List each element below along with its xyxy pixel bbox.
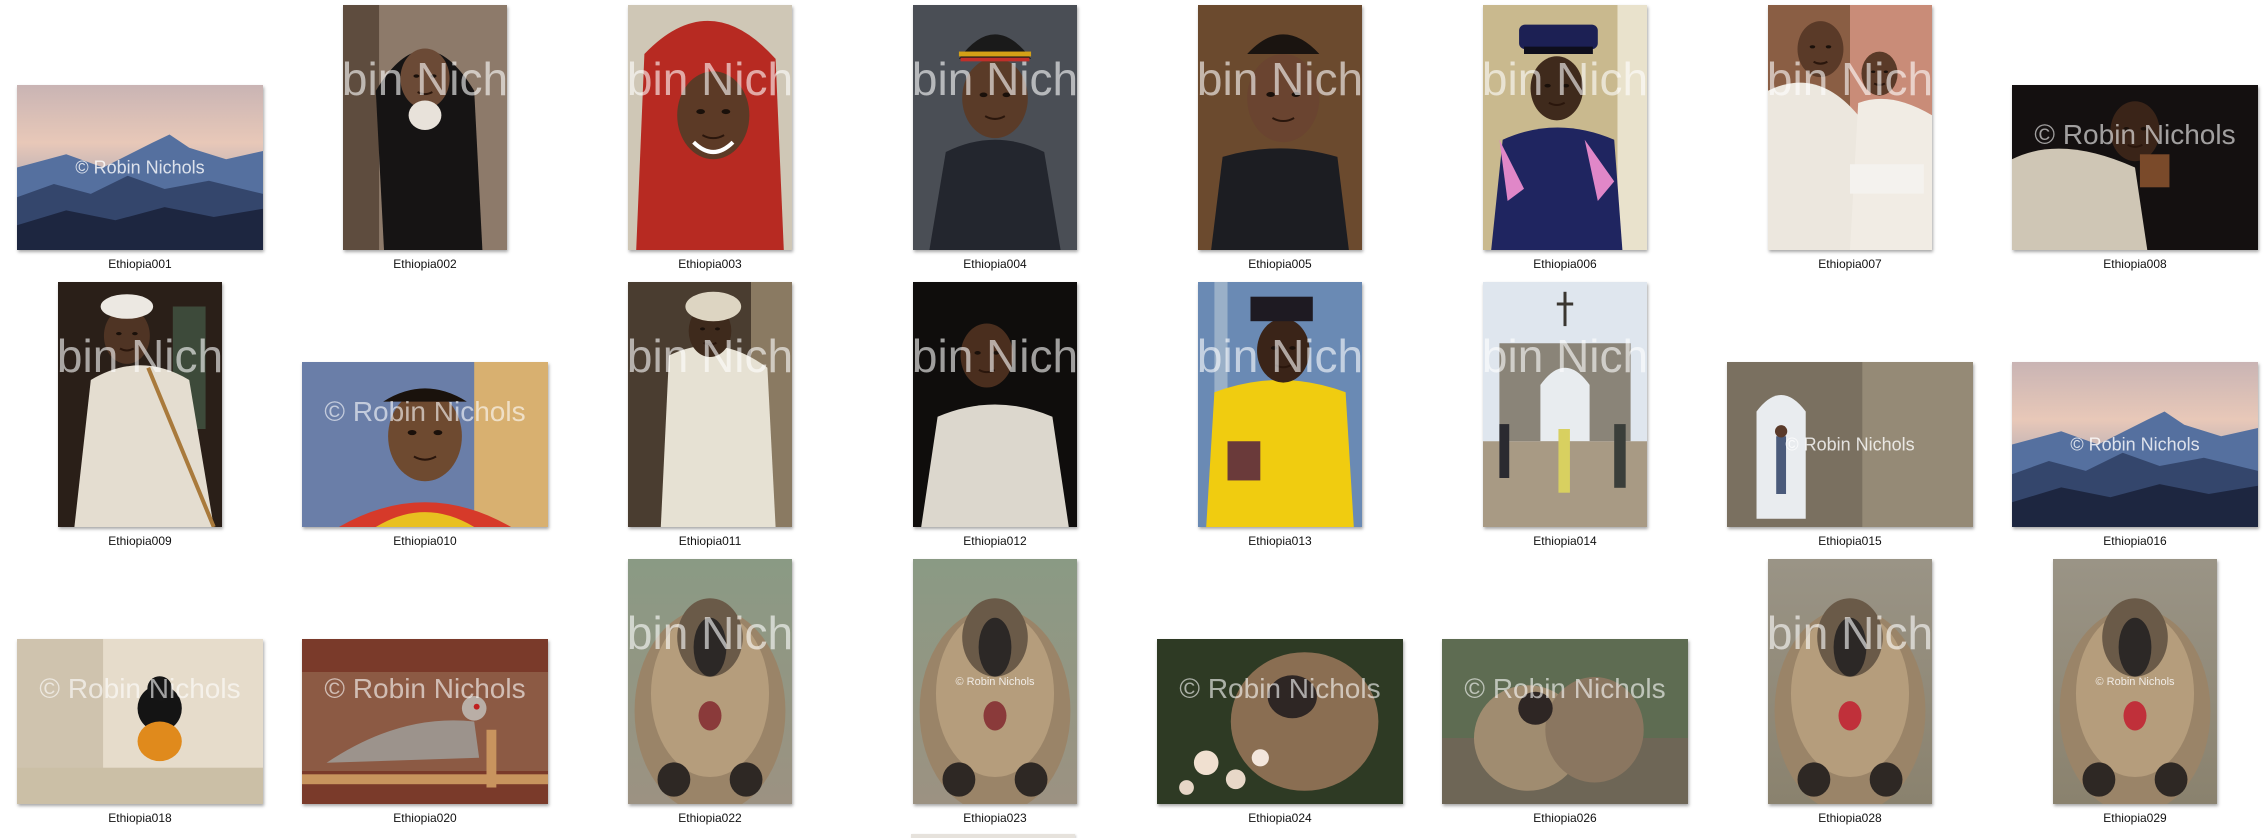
thumbnail-image[interactable]: © Robin Nichols [302, 362, 548, 527]
thumbnail-tile[interactable]: Robin Nichols Ethiopia004 [855, 0, 1135, 277]
thumbnail-image[interactable]: Robin Nichols [628, 5, 792, 250]
thumbnail-caption[interactable]: Ethiopia014 [1425, 534, 1705, 548]
thumbnail-image[interactable]: © Robin Nichols [1157, 639, 1403, 804]
thumbnail-frame: © Robin Nichols [1140, 554, 1420, 804]
thumbnail-tile[interactable]: © Robin Nichols Ethiopia026 [1425, 554, 1705, 831]
thumbnail-frame: Robin Nichols [1425, 0, 1705, 250]
thumbnail-caption[interactable]: Ethiopia029 [1995, 811, 2268, 825]
thumbnail-frame: Robin Nichols [1425, 277, 1705, 527]
thumbnail-image[interactable]: © Robin Nichols [2012, 362, 2258, 527]
thumbnail-tile[interactable]: Robin Nichols Ethiopia014 [1425, 277, 1705, 554]
thumbnail-tile[interactable]: Robin Nichols Ethiopia003 [570, 0, 850, 277]
thumbnail-caption[interactable]: Ethiopia004 [855, 257, 1135, 271]
partial-thumbnail-row-4 [911, 834, 1075, 838]
thumbnail-caption[interactable]: Ethiopia020 [285, 811, 565, 825]
thumbnail-frame: © Robin Nichols [0, 0, 280, 250]
thumbnail-frame: Robin Nichols [1710, 0, 1990, 250]
thumbnail-frame: © Robin Nichols [1425, 554, 1705, 804]
thumbnail-caption[interactable]: Ethiopia023 [855, 811, 1135, 825]
thumbnail-tile[interactable]: Robin Nichols Ethiopia011 [570, 277, 850, 554]
thumbnail-image[interactable]: Robin Nichols [343, 5, 507, 250]
thumbnail-frame: Robin Nichols [1140, 277, 1420, 527]
thumbnail-caption[interactable]: Ethiopia001 [0, 257, 280, 271]
thumbnail-frame: © Robin Nichols [1710, 277, 1990, 527]
thumbnail-caption[interactable]: Ethiopia012 [855, 534, 1135, 548]
thumbnail-tile[interactable]: © Robin Nichols Ethiopia010 [285, 277, 565, 554]
thumbnail-frame: © Robin Nichols [1995, 554, 2268, 804]
thumbnail-frame: © Robin Nichols [1995, 0, 2268, 250]
thumbnail-caption[interactable]: Ethiopia010 [285, 534, 565, 548]
thumbnail-image[interactable]: Robin Nichols [1768, 5, 1932, 250]
thumbnail-tile[interactable]: Robin Nichols Ethiopia002 [285, 0, 565, 277]
thumbnail-tile[interactable]: Robin Nichols Ethiopia022 [570, 554, 850, 831]
thumbnail-frame: Robin Nichols [570, 277, 850, 527]
thumbnail-frame: Robin Nichols [570, 554, 850, 804]
thumbnail-caption[interactable]: Ethiopia008 [1995, 257, 2268, 271]
thumbnail-tile[interactable]: © Robin Nichols Ethiopia029 [1995, 554, 2268, 831]
thumbnail-image[interactable]: © Robin Nichols [302, 639, 548, 804]
thumbnail-caption[interactable]: Ethiopia022 [570, 811, 850, 825]
thumbnail-caption[interactable]: Ethiopia002 [285, 257, 565, 271]
thumbnail-tile[interactable]: Robin Nichols Ethiopia013 [1140, 277, 1420, 554]
thumbnail-caption[interactable]: Ethiopia024 [1140, 811, 1420, 825]
thumbnail-image[interactable]: © Robin Nichols [2012, 85, 2258, 250]
thumbnail-tile[interactable]: Robin Nichols Ethiopia009 [0, 277, 280, 554]
thumbnail-tile[interactable]: Robin Nichols Ethiopia005 [1140, 0, 1420, 277]
thumbnail-tile[interactable]: Robin Nichols Ethiopia006 [1425, 0, 1705, 277]
thumbnail-tile[interactable]: © Robin Nichols Ethiopia001 [0, 0, 280, 277]
thumbnail-caption[interactable]: Ethiopia006 [1425, 257, 1705, 271]
thumbnail-tile[interactable]: © Robin Nichols Ethiopia020 [285, 554, 565, 831]
thumbnail-image[interactable]: Robin Nichols [58, 282, 222, 527]
thumbnail-caption[interactable]: Ethiopia007 [1710, 257, 1990, 271]
thumbnail-frame: © Robin Nichols [285, 554, 565, 804]
thumbnail-caption[interactable]: Ethiopia005 [1140, 257, 1420, 271]
thumbnail-caption[interactable]: Ethiopia011 [570, 534, 850, 548]
thumbnail-frame: © Robin Nichols [285, 277, 565, 527]
thumbnail-image[interactable]: © Robin Nichols [913, 559, 1077, 804]
thumbnail-grid: © Robin Nichols Ethiopia001 Robin Nichols… [0, 0, 2268, 838]
thumbnail-frame: Robin Nichols [855, 277, 1135, 527]
thumbnail-caption[interactable]: Ethiopia009 [0, 534, 280, 548]
thumbnail-tile[interactable]: © Robin Nichols Ethiopia015 [1710, 277, 1990, 554]
thumbnail-tile[interactable]: Robin Nichols Ethiopia012 [855, 277, 1135, 554]
thumbnail-tile[interactable]: Robin Nichols Ethiopia007 [1710, 0, 1990, 277]
thumbnail-image[interactable]: © Robin Nichols [17, 85, 263, 250]
thumbnail-image[interactable]: © Robin Nichols [1727, 362, 1973, 527]
thumbnail-tile[interactable]: © Robin Nichols Ethiopia016 [1995, 277, 2268, 554]
thumbnail-image[interactable]: Robin Nichols [1198, 282, 1362, 527]
thumbnail-tile[interactable]: Robin Nichols Ethiopia028 [1710, 554, 1990, 831]
thumbnail-frame: Robin Nichols [570, 0, 850, 250]
thumbnail-image[interactable]: Robin Nichols [1483, 282, 1647, 527]
thumbnail-image[interactable]: Robin Nichols [913, 282, 1077, 527]
thumbnail-image[interactable]: © Robin Nichols [1442, 639, 1688, 804]
thumbnail-frame: Robin Nichols [855, 0, 1135, 250]
thumbnail-image[interactable]: Robin Nichols [1483, 5, 1647, 250]
thumbnail-caption[interactable]: Ethiopia016 [1995, 534, 2268, 548]
thumbnail-frame: © Robin Nichols [0, 554, 280, 804]
thumbnail-frame: Robin Nichols [285, 0, 565, 250]
thumbnail-caption[interactable]: Ethiopia026 [1425, 811, 1705, 825]
thumbnail-caption[interactable]: Ethiopia028 [1710, 811, 1990, 825]
thumbnail-image[interactable]: © Robin Nichols [17, 639, 263, 804]
thumbnail-image[interactable]: Robin Nichols [1768, 559, 1932, 804]
thumbnail-tile[interactable]: © Robin Nichols Ethiopia024 [1140, 554, 1420, 831]
thumbnail-tile[interactable]: © Robin Nichols Ethiopia018 [0, 554, 280, 831]
thumbnail-image[interactable]: © Robin Nichols [2053, 559, 2217, 804]
thumbnail-image[interactable]: Robin Nichols [913, 5, 1077, 250]
thumbnail-caption[interactable]: Ethiopia013 [1140, 534, 1420, 548]
thumbnail-frame: Robin Nichols [1140, 0, 1420, 250]
thumbnail-frame: © Robin Nichols [855, 554, 1135, 804]
thumbnail-tile[interactable]: © Robin Nichols Ethiopia008 [1995, 0, 2268, 277]
thumbnail-image[interactable]: Robin Nichols [628, 559, 792, 804]
thumbnail-tile[interactable]: © Robin Nichols Ethiopia023 [855, 554, 1135, 831]
thumbnail-caption[interactable]: Ethiopia003 [570, 257, 850, 271]
thumbnail-frame: © Robin Nichols [1995, 277, 2268, 527]
thumbnail-caption[interactable]: Ethiopia015 [1710, 534, 1990, 548]
thumbnail-caption[interactable]: Ethiopia018 [0, 811, 280, 825]
thumbnail-image[interactable]: Robin Nichols [628, 282, 792, 527]
thumbnail-frame: Robin Nichols [0, 277, 280, 527]
thumbnail-image[interactable]: Robin Nichols [1198, 5, 1362, 250]
thumbnail-frame: Robin Nichols [1710, 554, 1990, 804]
